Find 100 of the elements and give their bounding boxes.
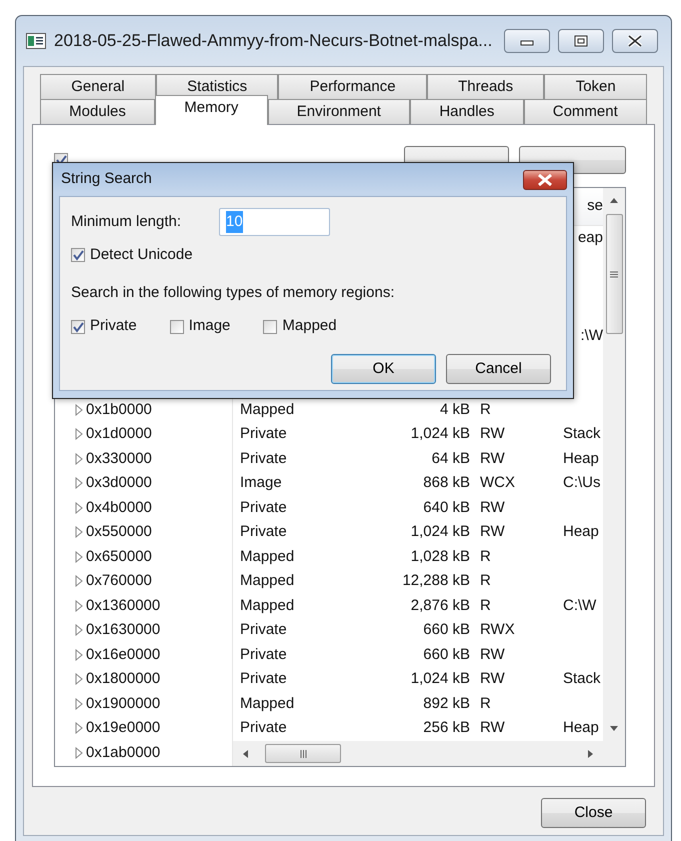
table-cell-text: Mapped [239,571,296,591]
expand-icon [75,404,83,416]
tab[interactable]: Modules [40,99,156,124]
scroll-thumb[interactable] [606,214,622,334]
tab[interactable]: Token [544,74,647,99]
table-cell-text: Image [239,473,283,493]
expand-icon [75,477,83,490]
table-cell-text: RW [479,644,506,664]
expand-icon [75,550,83,563]
table-cell-text: 0x1900000 [86,694,160,714]
close-button[interactable]: Close [541,798,646,828]
dialog-button[interactable]: OK [331,354,436,384]
expand-icon [75,624,83,636]
table-cell-text: 1,024 kB [410,424,470,444]
checkbox[interactable] [71,248,85,262]
table-cell-text: 0x650000 [86,546,152,566]
table-cell-text: RWX [479,620,516,640]
table-cell-text: 64 kB [430,448,470,468]
table-cell-text: RW [479,448,506,468]
expand-icon [75,526,83,538]
checkbox-label: Image [188,316,230,336]
table-cell-text: Private [239,448,288,468]
grip-icon [610,270,618,278]
table-cell-text: 0x1360000 [86,596,160,616]
expand-icon [75,452,83,465]
tab[interactable]: General [40,74,156,99]
window-title: 2018-05-25-Flawed-Ammyy-from-Necurs-Botnet-malspa... [54,30,494,52]
table-cell-text: Heap [563,448,600,468]
checkbox-label: Mapped [282,316,337,336]
tab[interactable]: Memory [155,95,268,125]
checkbox[interactable] [170,320,184,334]
table-cell-text: C:\W [563,596,598,616]
checkbox[interactable] [263,320,278,334]
table-cell-text: 0x1d0000 [86,424,152,444]
table-cell-text: 868 kB [422,473,470,493]
table-cell-text: Private [239,669,288,689]
table-cell-text: Private [239,718,288,738]
table-cell-text: 0x1ab0000 [86,742,160,762]
column-header[interactable]: se [587,195,603,218]
table-cell-text: 4 kB [438,400,470,420]
expand-icon [75,575,83,588]
dialog-button[interactable]: Cancel [446,354,551,384]
tab[interactable]: Environment [268,99,410,124]
table-cell-text: RW [479,498,506,518]
table-cell-text: 2,876 kB [410,596,470,616]
table-cell-text: eap [578,228,603,248]
expand-icon [75,428,83,440]
table-cell-text: 1,028 kB [410,546,470,566]
tab[interactable]: Handles [410,99,524,124]
minimize-button[interactable] [504,29,550,53]
scroll-down-icon [609,725,619,733]
table-cell-text: 660 kB [422,644,470,664]
expand-icon [75,722,83,734]
tab[interactable]: Comment [524,99,647,124]
scroll-left-icon [241,748,249,758]
table-cell-text: 1,024 kB [410,522,470,542]
vertical-scrollbar[interactable] [603,188,625,741]
table-cell-text: RW [479,669,506,689]
close-button[interactable] [523,170,567,190]
table-cell-text: 0x760000 [86,571,152,591]
table-cell-text: R [479,571,492,591]
scroll-right-icon [587,748,595,758]
expand-icon [75,673,83,686]
close-icon [627,35,643,47]
table-cell-text: 892 kB [422,694,470,714]
dialog-title: String Search [61,169,152,190]
horizontal-scrollbar[interactable] [233,741,625,766]
table-cell-text: 0x1b0000 [86,400,152,420]
table-cell-text: Mapped [239,694,296,714]
expand-icon [75,600,83,612]
table-cell-text: Stack [563,424,602,444]
checkbox[interactable] [71,320,85,334]
instruction-text: Search in the following types of memory regions: [71,282,396,303]
table-cell-text: :\W [580,326,603,346]
tab[interactable]: Threads [426,74,544,99]
expand-icon [75,648,83,661]
table-cell-text: RW [479,424,506,444]
scroll-thumb[interactable] [265,744,341,763]
expand-icon [75,502,83,514]
table-cell-text: Heap [563,718,600,738]
close-button[interactable] [612,29,658,53]
table-cell-text: R [479,694,492,714]
table-cell-text: 256 kB [422,718,470,738]
table-cell-text: 0x1630000 [86,620,160,640]
field-label: Minimum length: [71,212,182,232]
table-cell-text: Mapped [239,400,296,420]
table-cell-text: 640 kB [422,498,470,518]
table-cell-text: 660 kB [422,620,470,640]
table-cell-text: 12,288 kB [401,571,470,591]
close-icon [537,174,553,186]
table-cell-text: 0x550000 [86,522,152,542]
tab[interactable]: Performance [278,74,427,99]
table-cell-text: Private [239,498,288,518]
table-cell-text: WCX [479,473,516,493]
maximize-button[interactable] [558,29,604,53]
expand-icon [75,698,83,710]
table-cell-text: Private [239,644,288,664]
window-icon [26,33,46,49]
checkbox-label: Detect Unicode [90,245,193,265]
scroll-up-icon [609,196,619,204]
